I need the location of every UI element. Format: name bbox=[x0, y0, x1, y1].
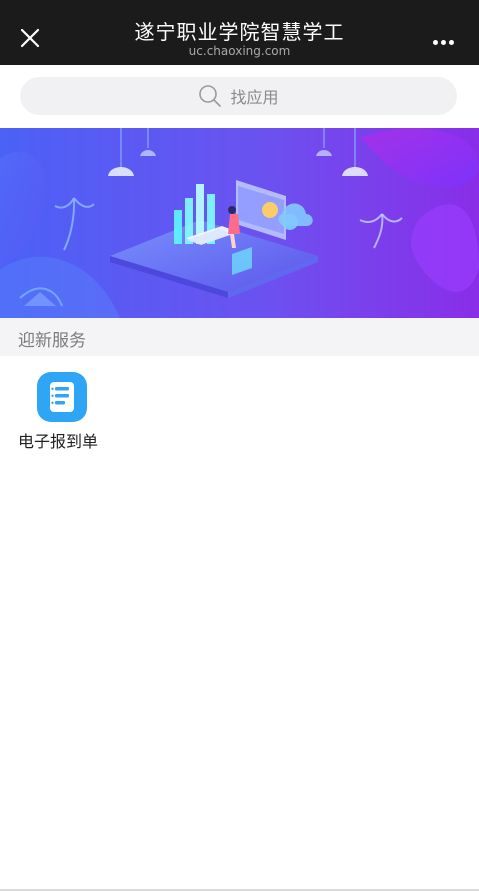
app-icon-container[interactable] bbox=[37, 372, 87, 422]
registration-form-icon bbox=[50, 382, 74, 412]
search-box[interactable]: 找应用 bbox=[20, 77, 457, 115]
more-dot-icon bbox=[441, 40, 446, 45]
search-placeholder: 找应用 bbox=[230, 88, 279, 107]
page-title: 遂宁职业学院智慧学工 bbox=[134, 20, 345, 44]
top-navigation-bar: 遂宁职业学院智慧学工 uc.chaoxing.com bbox=[0, 0, 479, 65]
section-title: 迎新服务 bbox=[18, 331, 86, 351]
more-dot-icon bbox=[433, 40, 438, 45]
search-area: 找应用 bbox=[0, 65, 479, 128]
banner-illustration bbox=[0, 128, 479, 318]
search-icon bbox=[199, 85, 222, 107]
page-subtitle: uc.chaoxing.com bbox=[188, 44, 291, 58]
banner bbox=[0, 128, 479, 318]
more-button[interactable] bbox=[433, 30, 459, 45]
section-header: 迎新服务 bbox=[0, 318, 479, 356]
app-electronic-registration[interactable]: 电子报到单 bbox=[18, 370, 110, 452]
more-dot-icon bbox=[449, 40, 454, 45]
search-inner: 找应用 bbox=[20, 77, 457, 115]
title-wrap: 遂宁职业学院智慧学工 uc.chaoxing.com bbox=[0, 0, 479, 58]
app-label: 电子报到单 bbox=[18, 432, 99, 451]
